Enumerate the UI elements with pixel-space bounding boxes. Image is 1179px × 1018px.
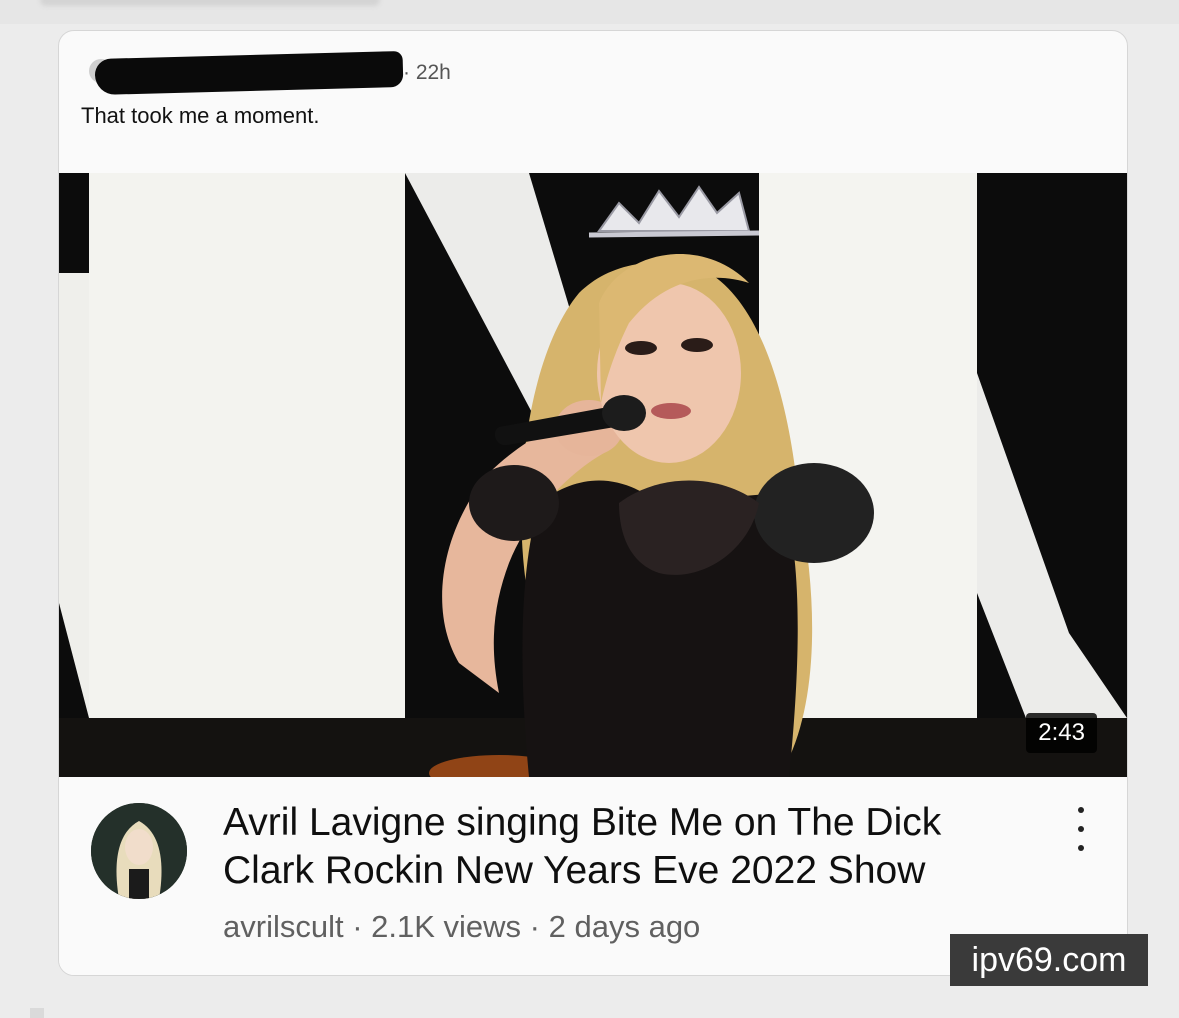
blurred-text-fragment xyxy=(40,0,380,6)
video-meta: avrilscult · 2.1K views · 2 days ago xyxy=(223,909,700,945)
post-header: · 22h That took me a moment. xyxy=(59,31,1127,171)
channel-avatar[interactable] xyxy=(91,803,187,899)
site-watermark: ipv69.com xyxy=(950,934,1148,986)
video-thumbnail[interactable]: 2:43 xyxy=(59,173,1127,777)
footer-fragment xyxy=(30,1008,44,1018)
meta-separator: · xyxy=(521,909,549,944)
thumbnail-image xyxy=(59,173,1127,777)
more-vert-icon[interactable] xyxy=(1069,807,1093,851)
dot xyxy=(1078,845,1084,851)
view-count: 2.1K views xyxy=(371,909,522,944)
upload-age: 2 days ago xyxy=(548,909,701,944)
previous-post-edge xyxy=(0,0,1179,24)
meta-separator: · xyxy=(343,909,372,944)
video-title[interactable]: Avril Lavigne singing Bite Me on The Dic… xyxy=(223,799,1043,895)
dot xyxy=(1078,826,1084,832)
post-card: · 22h That took me a moment. 2:43 Avril … xyxy=(58,30,1128,976)
video-duration-badge: 2:43 xyxy=(1026,713,1097,753)
post-body-text: That took me a moment. xyxy=(81,103,320,128)
channel-avatar-image xyxy=(91,803,187,899)
channel-name[interactable]: avrilscult xyxy=(223,909,344,944)
redacted-author-name xyxy=(94,50,404,96)
dot xyxy=(1078,807,1084,813)
post-timestamp: · 22h xyxy=(403,61,451,84)
